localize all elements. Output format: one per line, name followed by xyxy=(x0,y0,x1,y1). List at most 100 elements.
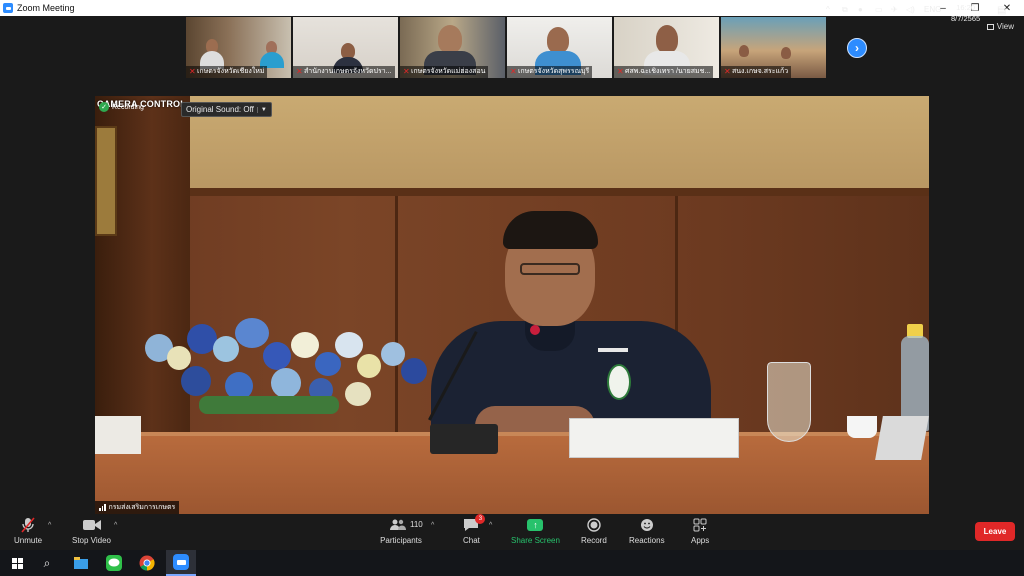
speaker-name: กรมส่งเสริมการเกษตร xyxy=(108,504,176,511)
file-explorer-icon[interactable] xyxy=(72,554,90,572)
apps-icon xyxy=(693,516,707,534)
chat-caret-icon[interactable]: ^ xyxy=(489,522,492,529)
chrome-icon[interactable] xyxy=(138,554,156,572)
speaker-figure xyxy=(503,211,598,249)
gallery-strip: ✕ เกษตรจังหวัดเชียงใหม่ ✕ สำนักงานเกษตรจัง… xyxy=(186,17,826,79)
participant-tile[interactable]: ✕ เกษตรจังหวัดสุพรรณบุรี xyxy=(507,17,612,78)
tray-app-icon[interactable]: ⧉ xyxy=(842,5,848,15)
view-button[interactable]: View xyxy=(986,22,1014,31)
tent-card-prop xyxy=(875,416,929,460)
participant-tile[interactable]: ✕ สนง.เกษจ.สระแก้ว xyxy=(721,17,826,78)
apps-button[interactable]: Apps xyxy=(691,516,709,545)
cup-prop xyxy=(847,416,877,438)
participant-name: เกษตรจังหวัดสุพรรณบุรี xyxy=(518,68,590,75)
flower-arrangement xyxy=(271,368,301,398)
apps-label: Apps xyxy=(691,536,710,545)
grid-view-icon xyxy=(986,23,994,30)
emblem-pin xyxy=(607,364,631,400)
participant-tile[interactable]: ✕ ศสพ.ฉะเชิงเทรา /นายสมช... xyxy=(614,17,719,78)
participant-name-bar: ✕ เกษตรจังหวัดแม่ฮ่องสอน xyxy=(400,66,489,78)
speaker-figure xyxy=(520,263,580,275)
search-icon[interactable]: ⌕ xyxy=(38,554,56,572)
share-screen-label: Share Screen xyxy=(511,536,560,545)
participant-name: สนง.เกษจ.สระแก้ว xyxy=(732,68,789,75)
zoom-app-icon xyxy=(3,3,13,13)
participant-name-bar: ✕ สำนักงานเกษตรจังหวัดปรา... xyxy=(293,66,395,78)
zoom-taskbar-icon xyxy=(173,554,189,570)
video-options-caret-icon[interactable]: ^ xyxy=(114,522,117,529)
video-background xyxy=(395,196,398,456)
participants-count: 110 xyxy=(410,520,423,529)
system-clock[interactable]: 16:20 8/7/2565 xyxy=(951,2,980,24)
flower-arrangement xyxy=(291,332,319,358)
next-page-button[interactable]: › xyxy=(847,38,867,58)
stop-video-button[interactable]: Stop Video xyxy=(72,516,111,545)
notifications-icon[interactable]: ▤ xyxy=(997,5,1006,16)
flower-arrangement xyxy=(167,346,191,370)
leave-button[interactable]: Leave xyxy=(975,522,1015,541)
record-icon xyxy=(587,516,601,534)
microphone-tray-icon[interactable]: ● xyxy=(858,5,863,14)
language-indicator[interactable]: ENG xyxy=(924,5,941,14)
original-sound-label: Original Sound: Off xyxy=(186,105,254,114)
audio-options-caret-icon[interactable]: ^ xyxy=(48,522,51,529)
clock-date: 8/7/2565 xyxy=(951,14,981,23)
chat-unread-badge: 3 xyxy=(475,514,486,524)
reactions-button[interactable]: Reactions xyxy=(629,516,665,545)
meeting-stage: ✕ เกษตรจังหวัดเชียงใหม่ ✕ สำนักงานเกษตรจัง… xyxy=(0,16,1024,515)
muted-mic-icon: ✕ xyxy=(403,67,410,76)
battery-icon[interactable]: ▭ xyxy=(875,5,883,14)
flower-arrangement xyxy=(357,354,381,378)
participant-tile[interactable]: ✕ เกษตรจังหวัดแม่ฮ่องสอน xyxy=(400,17,505,78)
zoom-taskbar-button[interactable] xyxy=(166,550,196,576)
caret-down-icon[interactable]: ▼ xyxy=(256,106,267,113)
smiley-icon xyxy=(640,516,654,534)
network-icon[interactable]: ✈ xyxy=(891,5,898,14)
speaker-figure xyxy=(598,348,628,352)
video-background xyxy=(95,436,929,515)
nameplate-prop xyxy=(569,418,739,458)
participant-figure xyxy=(656,25,678,53)
share-screen-button[interactable]: ↑ Share Screen xyxy=(511,516,560,545)
video-background xyxy=(95,96,190,456)
tray-overflow-icon[interactable]: ^ xyxy=(826,5,830,14)
muted-mic-icon: ✕ xyxy=(724,67,731,76)
chevron-right-icon: › xyxy=(855,41,859,55)
original-sound-button[interactable]: Original Sound: Off ▼ xyxy=(181,102,272,117)
chat-button[interactable]: 3 Chat xyxy=(463,514,486,545)
flower-arrangement xyxy=(263,342,291,370)
participant-name-bar: ✕ เกษตรจังหวัดสุพรรณบุรี xyxy=(507,66,593,78)
video-camera-icon xyxy=(82,516,101,534)
recording-label: Recording xyxy=(112,103,144,111)
participant-name: สำนักงานเกษตรจังหวัดปรา... xyxy=(304,68,392,75)
participants-button[interactable]: 110 Participants xyxy=(376,516,426,545)
participants-icon: 110 xyxy=(376,516,426,534)
windows-start-icon[interactable] xyxy=(8,554,26,572)
share-screen-icon: ↑ xyxy=(527,516,544,534)
muted-mic-icon: ✕ xyxy=(617,67,624,76)
stop-video-label: Stop Video xyxy=(72,536,111,545)
active-speaker-video xyxy=(95,96,929,515)
nameplate-prop xyxy=(95,416,141,454)
record-button[interactable]: Record xyxy=(581,516,607,545)
flower-arrangement xyxy=(315,352,341,376)
flower-arrangement xyxy=(181,366,211,396)
participants-caret-icon[interactable]: ^ xyxy=(431,522,434,529)
participant-name-bar: ✕ เกษตรจังหวัดเชียงใหม่ xyxy=(186,66,268,78)
unmute-button[interactable]: Unmute xyxy=(14,516,42,545)
recording-check-icon: ✓ xyxy=(99,102,109,112)
unmute-label: Unmute xyxy=(14,536,43,545)
flower-arrangement xyxy=(235,318,269,348)
line-app-icon[interactable] xyxy=(105,554,123,572)
participant-tile[interactable]: ✕ สำนักงานเกษตรจังหวัดปรา... xyxy=(293,17,398,78)
muted-mic-icon: ✕ xyxy=(296,67,303,76)
flower-arrangement xyxy=(345,382,371,406)
speaker-name-bar: กรมส่งเสริมการเกษตร xyxy=(95,501,180,514)
recording-indicator: ✓ Recording xyxy=(99,102,144,112)
participant-name: เกษตรจังหวัดแม่ฮ่องสอน xyxy=(411,68,486,75)
participant-figure xyxy=(781,47,791,59)
muted-mic-icon: ✕ xyxy=(189,67,196,76)
volume-icon[interactable]: ◁) xyxy=(906,5,915,14)
participant-tile[interactable]: ✕ เกษตรจังหวัดเชียงใหม่ xyxy=(186,17,291,78)
flower-arrangement xyxy=(381,342,405,366)
